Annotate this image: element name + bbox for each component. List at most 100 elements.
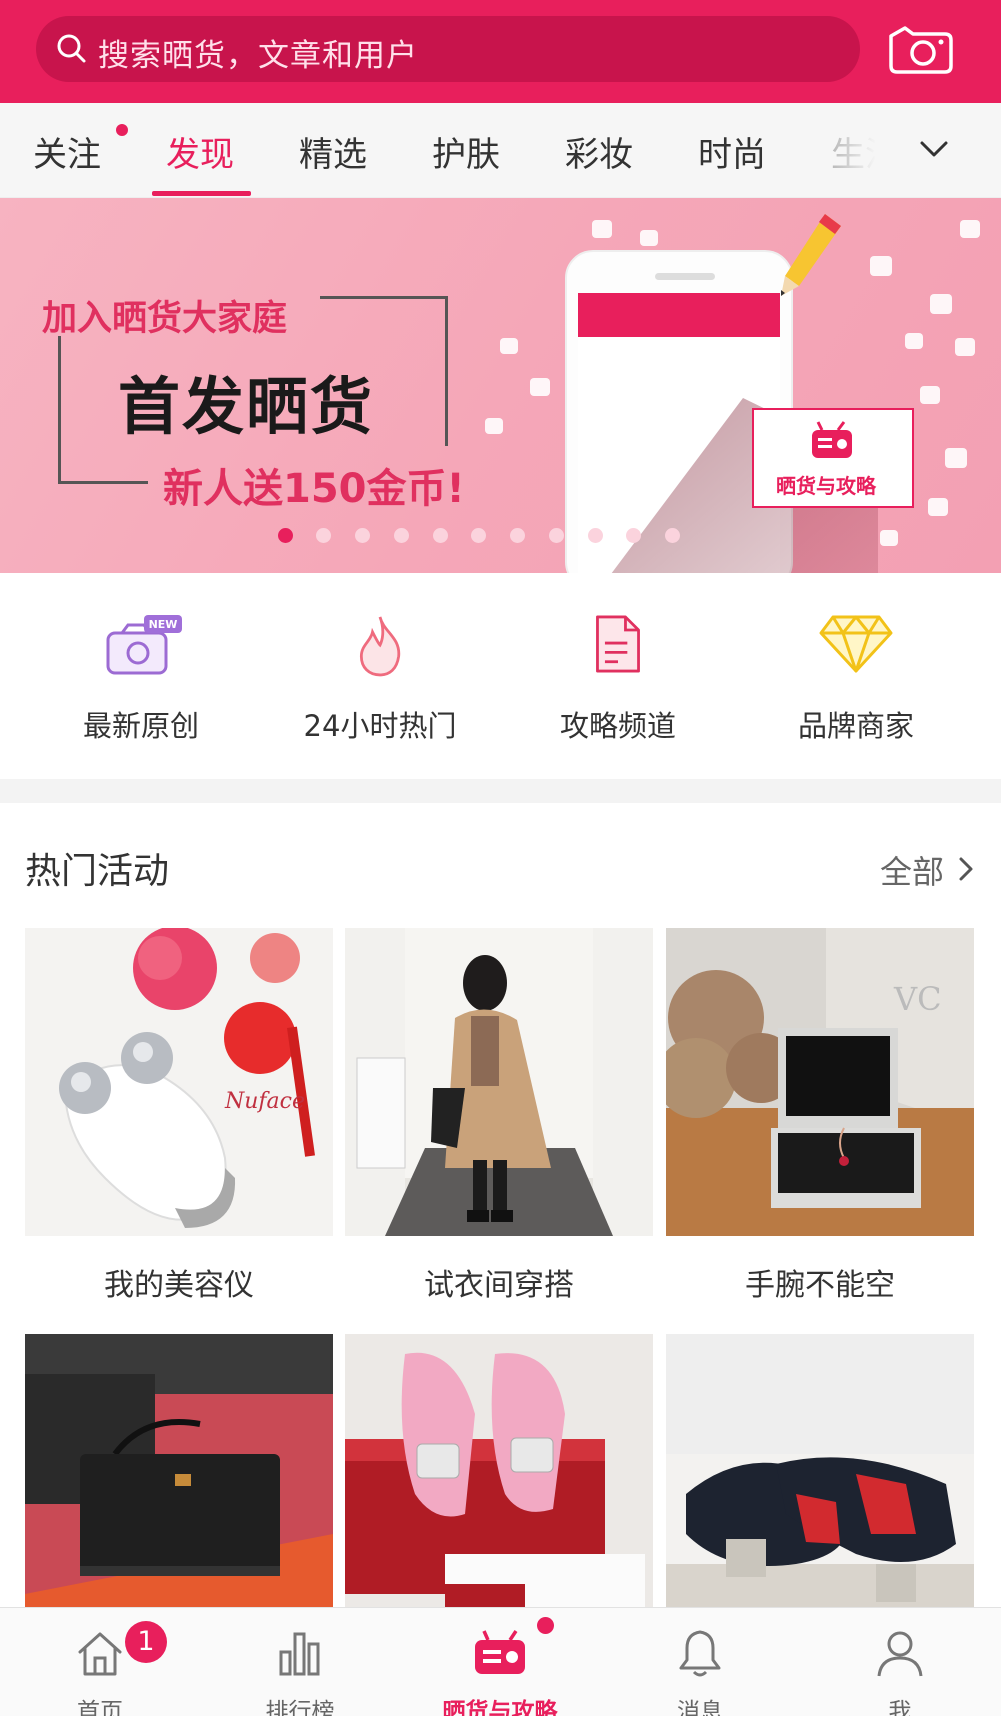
search-bar[interactable]: 搜索晒货，文章和用户: [36, 16, 860, 82]
shortcut-latest-original[interactable]: NEW 最新原创: [16, 573, 266, 779]
banner-line1: 加入晒货大家庭: [42, 299, 288, 339]
promo-banner[interactable]: 加入晒货大家庭 首发晒货 新人送150金币! 晒货与攻略: [0, 198, 1001, 573]
section-divider: [0, 779, 1001, 803]
nav-ranking[interactable]: 排行榜: [200, 1608, 400, 1716]
marshmallow: [905, 333, 923, 349]
activity-card[interactable]: [25, 1334, 333, 1607]
shaihuo-icon: [475, 1630, 525, 1674]
pagination-dot: [588, 528, 603, 543]
loafers-image: [666, 1334, 974, 1607]
banner-line3: 新人送150金币!: [163, 466, 465, 512]
activity-card[interactable]: Nuface 我的美容仪: [25, 928, 333, 1308]
marshmallow: [870, 256, 892, 276]
tab-discover[interactable]: 发现: [166, 127, 234, 176]
shortcut-label: 攻略频道: [559, 709, 676, 743]
tab-skincare[interactable]: 护肤: [432, 127, 500, 176]
nav-messages[interactable]: 消息: [600, 1608, 800, 1716]
nav-label: 排行榜: [265, 1699, 335, 1716]
marshmallow: [955, 338, 975, 356]
nav-label: 我: [888, 1699, 912, 1716]
pagination-dot: [278, 528, 293, 543]
nav-shaihuo[interactable]: 晒货与攻略: [400, 1608, 600, 1716]
pagination-dot: [316, 528, 331, 543]
section-title: 热门活动: [25, 851, 170, 892]
marshmallow: [640, 230, 658, 246]
home-icon: [78, 1632, 122, 1676]
activity-card[interactable]: 试衣间穿搭: [345, 928, 653, 1308]
banner-frame: [320, 296, 448, 299]
outfit-image: [345, 928, 653, 1236]
search-icon: [57, 34, 86, 63]
svg-text:VC: VC: [893, 980, 942, 1018]
notification-badge: 1: [125, 1621, 167, 1663]
top-header: 搜索晒货，文章和用户: [0, 0, 1001, 103]
nav-label: 首页: [77, 1699, 123, 1716]
pagination-dot: [355, 528, 370, 543]
nav-label-active: 晒货与攻略: [442, 1699, 558, 1716]
svg-text:Nuface: Nuface: [224, 1089, 305, 1114]
pencil-icon: [781, 214, 841, 296]
beauty-device-image: Nuface: [25, 928, 333, 1236]
nav-me[interactable]: 我: [800, 1608, 1000, 1716]
pink-shoes-image: [345, 1334, 653, 1607]
tab-featured[interactable]: 精选: [299, 127, 367, 176]
activity-card[interactable]: [345, 1334, 653, 1607]
bar-chart-icon: [279, 1632, 320, 1676]
shortcut-guides[interactable]: 攻略频道: [493, 573, 743, 779]
marshmallow: [930, 294, 952, 314]
flame-icon: [359, 616, 401, 677]
marshmallow: [945, 448, 967, 468]
pagination-dot: [665, 528, 680, 543]
nav-home[interactable]: 首页 1: [0, 1608, 200, 1716]
chevron-right-icon[interactable]: [957, 855, 975, 883]
pagination-dot: [433, 528, 448, 543]
activity-label: 手腕不能空: [745, 1268, 895, 1303]
banner-badge-label: 晒货与攻略: [776, 474, 876, 498]
banner-line2: 首发晒货: [118, 370, 375, 443]
chevron-down-icon[interactable]: [918, 136, 950, 162]
user-icon: [877, 1631, 923, 1677]
svg-text:NEW: NEW: [149, 618, 178, 631]
activity-card[interactable]: [666, 1334, 974, 1607]
handbag-image: [25, 1334, 333, 1607]
pagination-dot: [471, 528, 486, 543]
marshmallow: [485, 418, 503, 434]
marshmallow: [530, 378, 550, 396]
camera-icon[interactable]: [885, 22, 955, 76]
tabs-fade: [820, 103, 900, 197]
marshmallow: [880, 530, 898, 546]
follow-unread-dot: [116, 124, 128, 136]
diamond-icon: [819, 615, 893, 673]
marshmallow: [928, 498, 948, 516]
nav-label: 消息: [677, 1699, 723, 1716]
activity-card[interactable]: VC 手腕不能空: [666, 928, 974, 1308]
bell-icon: [679, 1630, 721, 1677]
marshmallow: [920, 386, 940, 404]
shortcut-brands[interactable]: 品牌商家: [731, 573, 981, 779]
new-camera-icon: NEW: [106, 615, 182, 675]
search-placeholder: 搜索晒货，文章和用户: [98, 38, 418, 74]
view-all-link[interactable]: 全部: [880, 847, 944, 893]
pagination-dot: [626, 528, 641, 543]
tab-makeup[interactable]: 彩妆: [565, 127, 633, 176]
activity-label: 我的美容仪: [104, 1268, 254, 1303]
tab-fashion[interactable]: 时尚: [698, 127, 766, 176]
tab-follow[interactable]: 关注: [33, 127, 101, 176]
shortcut-label: 品牌商家: [797, 709, 914, 743]
banner-frame-left: [58, 336, 61, 484]
active-tab-indicator: [152, 191, 251, 196]
jewelry-box-image: VC: [666, 928, 974, 1236]
shortcut-24h-hot[interactable]: 24小时热门: [255, 573, 505, 779]
bottom-navigation: 首页 1 排行榜 晒货与攻略 消息 我: [0, 1607, 1001, 1716]
marshmallow: [960, 220, 980, 238]
pagination-dot: [510, 528, 525, 543]
document-icon: [596, 615, 640, 673]
shortcut-label: 24小时热门: [303, 709, 457, 743]
banner-frame-bottom: [58, 481, 148, 484]
shaihuo-icon: [812, 421, 852, 458]
shaihuo-unread-dot: [537, 1617, 554, 1634]
pagination-dot: [549, 528, 564, 543]
phone-header-bar: [578, 293, 780, 337]
activity-label: 试衣间穿搭: [424, 1268, 574, 1303]
phone-speaker: [655, 273, 715, 280]
